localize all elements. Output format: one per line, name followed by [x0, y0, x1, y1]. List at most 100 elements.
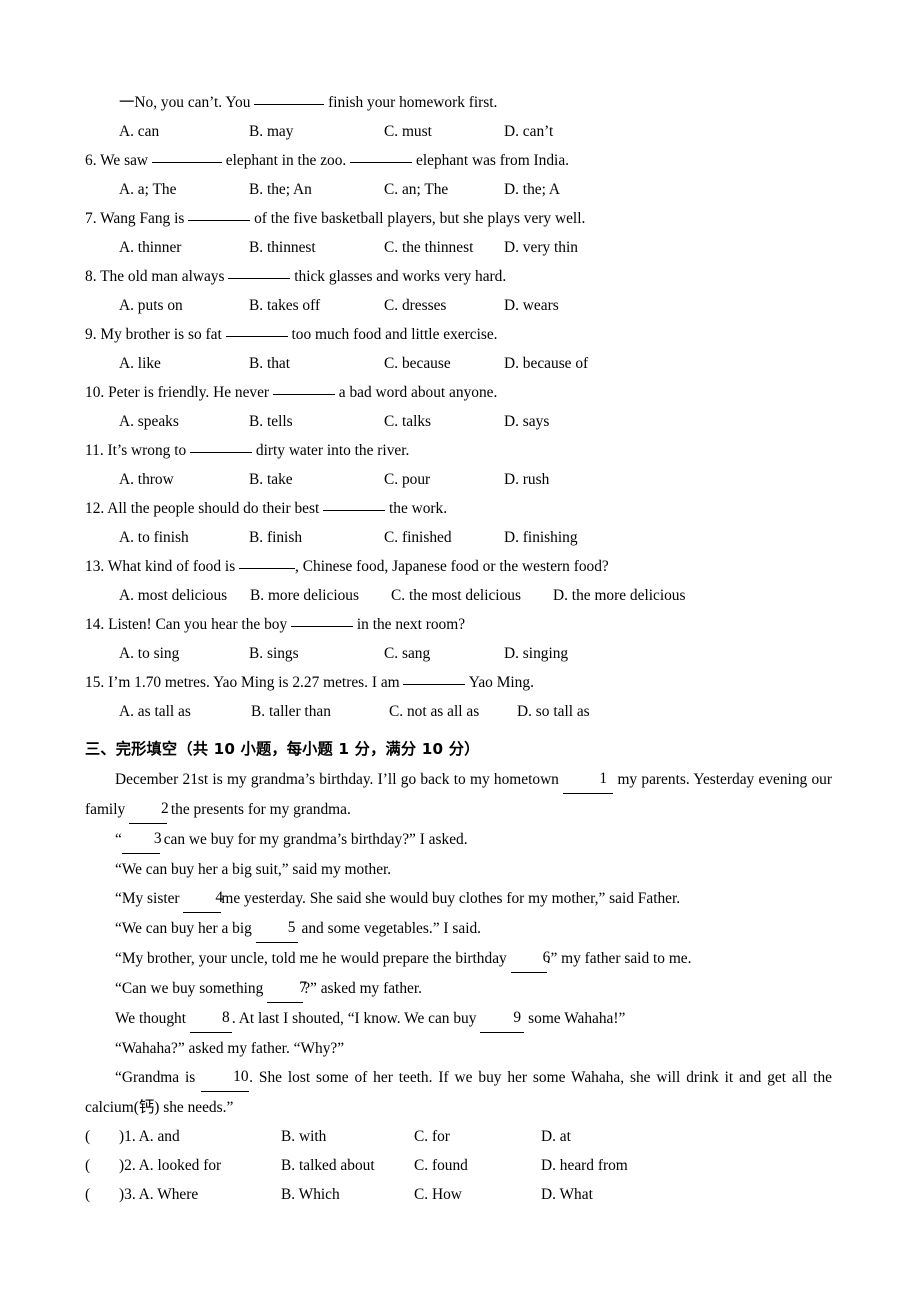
stem-text: 11. It’s wrong to — [85, 442, 187, 459]
option-a[interactable]: A. most delicious — [119, 581, 250, 610]
stem-text: 13. What kind of food is — [85, 558, 236, 575]
stem-text: 9. My brother is so fat — [85, 326, 222, 343]
option-a[interactable]: A. as tall as — [119, 697, 251, 726]
stem-text-after: , Chinese food, Japanese food or the wes… — [295, 558, 609, 575]
cloze-blank-4[interactable]: 4 — [183, 883, 223, 913]
cloze-blank-1[interactable]: 1 — [563, 764, 614, 794]
option-d[interactable]: D. very thin — [504, 233, 578, 262]
cloze-blank-2[interactable]: 2 — [129, 794, 169, 824]
option-c[interactable]: C. an; The — [384, 175, 504, 204]
option-d[interactable]: D. the; A — [504, 175, 560, 204]
option-d[interactable]: D. the more delicious — [553, 581, 686, 610]
option-c[interactable]: C. the thinnest — [384, 233, 504, 262]
option-b[interactable]: B. that — [249, 349, 384, 378]
stem-text: 14. Listen! Can you hear the boy — [85, 616, 288, 633]
option-a[interactable]: A. a; The — [119, 175, 249, 204]
option-b[interactable]: B. thinnest — [249, 233, 384, 262]
option-d[interactable]: D. can’t — [504, 117, 553, 146]
answer-paren[interactable]: ( — [85, 1180, 119, 1209]
option-b[interactable]: B. with — [281, 1122, 414, 1151]
cloze-blank-3[interactable]: 3 — [121, 824, 162, 854]
option-c[interactable]: C. the most delicious — [391, 581, 553, 610]
option-d[interactable]: D. singing — [504, 639, 568, 668]
option-b[interactable]: B. take — [249, 465, 384, 494]
cloze-answer-row: ()2. A. looked for B. talked about C. foun… — [85, 1151, 832, 1180]
option-d[interactable]: D. because of — [504, 349, 588, 378]
option-d[interactable]: D. at — [541, 1122, 571, 1151]
option-row: A. thinner B. thinnest C. the thinnest D. v… — [85, 233, 832, 262]
option-c[interactable]: C. How — [414, 1180, 541, 1209]
option-a[interactable]: A. to finish — [119, 523, 249, 552]
option-c[interactable]: C. must — [384, 117, 504, 146]
option-d[interactable]: D. heard from — [541, 1151, 628, 1180]
stem-text: 一No, you can’t. You — [119, 94, 251, 111]
stem-text: 8. The old man always — [85, 268, 225, 285]
option-c[interactable]: C. sang — [384, 639, 504, 668]
answer-blank — [188, 220, 251, 221]
option-b[interactable]: B. talked about — [281, 1151, 414, 1180]
question-stem: 12. All the people should do their best … — [85, 494, 832, 523]
option-b[interactable]: B. may — [249, 117, 384, 146]
stem-text-after: too much food and little exercise. — [291, 326, 498, 343]
cloze-blank-8[interactable]: 8 — [189, 1003, 232, 1033]
option-a[interactable]: A. speaks — [119, 407, 249, 436]
cloze-blank-9[interactable]: 9 — [480, 1003, 525, 1033]
option-a[interactable]: )1. A. and — [119, 1122, 281, 1151]
option-c[interactable]: C. finished — [384, 523, 504, 552]
option-a[interactable]: A. throw — [119, 465, 249, 494]
option-b[interactable]: B. Which — [281, 1180, 414, 1209]
option-d[interactable]: D. finishing — [504, 523, 578, 552]
stem-text-after: Yao Ming. — [468, 674, 534, 691]
question-stem: 8. The old man always thick glasses and … — [85, 262, 832, 291]
option-d[interactable]: D. says — [504, 407, 549, 436]
option-a[interactable]: A. can — [119, 117, 249, 146]
passage-text: . At last I shouted, “I know. We can buy — [231, 1010, 477, 1027]
answer-paren[interactable]: ( — [85, 1151, 119, 1180]
cloze-blank-6[interactable]: 6 — [510, 943, 550, 973]
option-a[interactable]: )2. A. looked for — [119, 1151, 281, 1180]
option-row: A. to sing B. sings C. sang D. singing — [85, 639, 832, 668]
option-b[interactable]: B. tells — [249, 407, 384, 436]
option-a[interactable]: A. to sing — [119, 639, 249, 668]
option-c[interactable]: C. talks — [384, 407, 504, 436]
cloze-answer-row: ()3. A. Where B. Which C. How D. What — [85, 1180, 832, 1209]
stem-text: 6. We saw — [85, 152, 149, 169]
question-stem: 14. Listen! Can you hear the boy in the … — [85, 610, 832, 639]
cloze-blank-7[interactable]: 7 — [267, 973, 307, 1003]
cloze-paragraph: “My sister 4me yesterday. She said she w… — [85, 884, 832, 914]
option-a[interactable]: A. puts on — [119, 291, 249, 320]
cloze-blank-10[interactable]: 10 — [201, 1062, 250, 1092]
option-d[interactable]: D. What — [541, 1180, 593, 1209]
stem-text: 7. Wang Fang is — [85, 210, 185, 227]
option-c[interactable]: C. found — [414, 1151, 541, 1180]
option-b[interactable]: B. taller than — [251, 697, 389, 726]
passage-text: . She lost some of her teeth. If we buy … — [85, 1069, 832, 1116]
option-row: A. a; The B. the; An C. an; The D. the; A — [85, 175, 832, 204]
option-c[interactable]: C. for — [414, 1122, 541, 1151]
option-b[interactable]: B. the; An — [249, 175, 384, 204]
cloze-paragraph: “3 can we buy for my grandma’s birthday?… — [85, 825, 832, 855]
cloze-answer-row: ()1. A. and B. with C. for D. at — [85, 1122, 832, 1151]
option-row: A. to finish B. finish C. finished D. finis… — [85, 523, 832, 552]
answer-blank — [151, 162, 222, 163]
option-b[interactable]: B. takes off — [249, 291, 384, 320]
option-row: A. throw B. take C. pour D. rush — [85, 465, 832, 494]
option-a[interactable]: )3. A. Where — [119, 1180, 281, 1209]
option-d[interactable]: D. rush — [504, 465, 549, 494]
answer-blank — [228, 278, 291, 279]
option-d[interactable]: D. wears — [504, 291, 559, 320]
option-c[interactable]: C. dresses — [384, 291, 504, 320]
cloze-blank-5[interactable]: 5 — [255, 913, 298, 943]
cloze-paragraph: “Grandma is 10. She lost some of her tee… — [85, 1063, 832, 1122]
option-c[interactable]: C. pour — [384, 465, 504, 494]
option-c[interactable]: C. not as all as — [389, 697, 517, 726]
option-b[interactable]: B. finish — [249, 523, 384, 552]
option-b[interactable]: B. more delicious — [250, 581, 391, 610]
option-d[interactable]: D. so tall as — [517, 697, 590, 726]
option-b[interactable]: B. sings — [249, 639, 384, 668]
stem-text-after: of the five basketball players, but she … — [254, 210, 586, 227]
option-a[interactable]: A. thinner — [119, 233, 249, 262]
answer-paren[interactable]: ( — [85, 1122, 119, 1151]
option-a[interactable]: A. like — [119, 349, 249, 378]
option-c[interactable]: C. because — [384, 349, 504, 378]
